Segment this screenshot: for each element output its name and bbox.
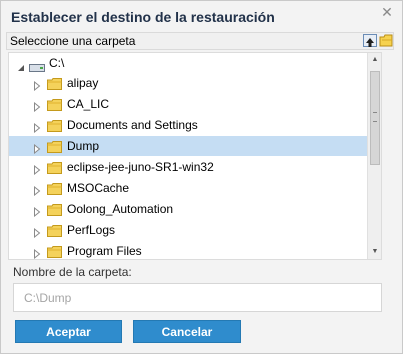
folder-toolbar: Seleccione una carpeta [6, 32, 394, 50]
vertical-scrollbar[interactable]: ▲ ▼ [367, 53, 381, 259]
tree-row-label: PerfLogs [67, 223, 116, 237]
folder-up-icon[interactable] [363, 34, 377, 47]
tree-row-label: alipay [67, 76, 99, 90]
folder-icon [47, 245, 62, 258]
tree-row[interactable]: Oolong_Automation [9, 199, 367, 219]
drive-icon [29, 59, 45, 72]
collapsed-arrow-icon[interactable] [33, 246, 43, 259]
collapsed-arrow-icon[interactable] [33, 183, 43, 197]
tree-row-drive[interactable]: C:\ [9, 53, 367, 73]
tree-row[interactable]: Documents and Settings [9, 115, 367, 135]
tree-row-label: Dump [67, 139, 100, 153]
tree-row-label: Oolong_Automation [67, 202, 174, 216]
dialog-title: Establecer el destino de la restauración [11, 9, 275, 25]
collapsed-arrow-icon[interactable] [33, 99, 43, 113]
tree-row[interactable]: eclipse-jee-juno-SR1-win32 [9, 157, 367, 177]
collapsed-arrow-icon[interactable] [33, 225, 43, 239]
collapsed-arrow-icon[interactable] [33, 120, 43, 134]
folder-icon [47, 140, 62, 153]
folder-name-label: Nombre de la carpeta: [13, 265, 132, 279]
tree-row[interactable]: alipay [9, 73, 367, 93]
tree-row-label: MSOCache [67, 181, 130, 195]
select-folder-label: Seleccione una carpeta [10, 34, 136, 48]
folder-icon [47, 203, 62, 216]
tree-row-label: CA_LIC [67, 97, 110, 111]
folder-icon [47, 98, 62, 111]
tree-row-label: eclipse-jee-juno-SR1-win32 [67, 160, 214, 174]
grip-icon [373, 112, 377, 122]
expanded-arrow-icon[interactable] [17, 59, 27, 71]
tree-row[interactable]: PerfLogs [9, 220, 367, 240]
cancel-button[interactable]: Cancelar [133, 320, 241, 343]
folder-icon [47, 77, 62, 90]
tree-row[interactable]: MSOCache [9, 178, 367, 198]
scrollbar-thumb[interactable] [370, 71, 380, 165]
folder-icon [47, 182, 62, 195]
tree-row-label: Documents and Settings [67, 118, 198, 132]
folder-icon [47, 224, 62, 237]
collapsed-arrow-icon[interactable] [33, 78, 43, 92]
folder-icon [47, 119, 62, 132]
close-icon[interactable]: ✕ [379, 4, 395, 20]
collapsed-arrow-icon[interactable] [33, 204, 43, 218]
accept-button[interactable]: Aceptar [15, 320, 122, 343]
scroll-down-icon[interactable]: ▼ [368, 246, 381, 258]
tree-drive-label: C:\ [49, 56, 65, 70]
folder-tree[interactable]: C:\ alipay CA_LIC Documents and Settings Du… [8, 52, 382, 260]
scroll-up-icon[interactable]: ▲ [368, 54, 381, 66]
tree-row[interactable]: Dump [9, 136, 367, 156]
tree-row-label: Program Files [67, 244, 142, 258]
collapsed-arrow-icon[interactable] [33, 141, 43, 155]
new-folder-icon[interactable] [379, 34, 393, 47]
folder-icon [47, 161, 62, 174]
restore-destination-dialog: Establecer el destino de la restauración… [0, 0, 403, 354]
tree-row[interactable]: CA_LIC [9, 94, 367, 114]
tree-row[interactable]: Program Files [9, 241, 367, 259]
collapsed-arrow-icon[interactable] [33, 162, 43, 176]
folder-name-input[interactable] [13, 283, 382, 312]
